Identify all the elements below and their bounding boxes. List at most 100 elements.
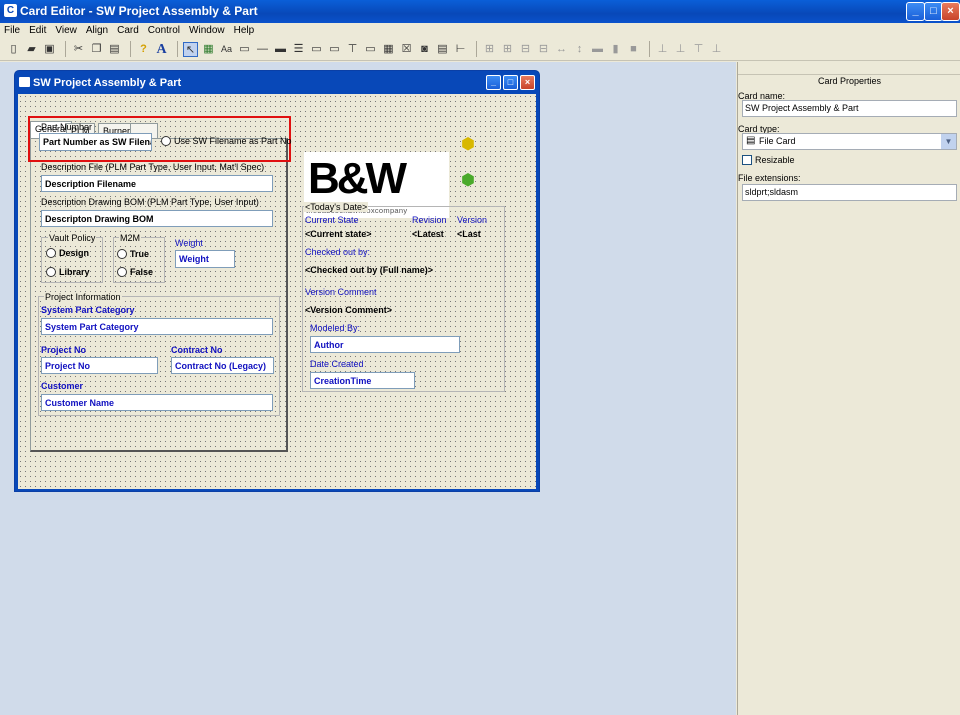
group-icon[interactable]: ▭ bbox=[363, 42, 378, 57]
file-card-icon: ▤ bbox=[746, 135, 756, 146]
file-extensions-field[interactable]: sldprt;sldasm bbox=[742, 184, 957, 201]
image-icon[interactable]: ▦ bbox=[201, 42, 216, 57]
frame-icon[interactable]: ▭ bbox=[237, 42, 252, 57]
radio-circle-icon bbox=[117, 267, 127, 277]
help-icon[interactable]: ? bbox=[136, 42, 151, 57]
menu-align[interactable]: Align bbox=[86, 25, 108, 36]
toolbar-separator bbox=[65, 41, 66, 57]
save-icon[interactable]: ▣ bbox=[42, 42, 57, 57]
dialog-icon[interactable]: ▤ bbox=[435, 42, 450, 57]
order4-icon[interactable]: ⊥ bbox=[709, 42, 724, 57]
order2-icon[interactable]: ⊥ bbox=[673, 42, 688, 57]
button-icon[interactable]: ◙ bbox=[417, 42, 432, 57]
menu-control[interactable]: Control bbox=[148, 25, 180, 36]
size-width-icon[interactable]: ▬ bbox=[590, 42, 605, 57]
pointer-icon[interactable]: ↖ bbox=[183, 41, 198, 57]
library-radio[interactable]: Library bbox=[46, 267, 90, 277]
revision-value: <Latest bbox=[412, 229, 444, 239]
card-design-canvas[interactable]: General PLM Burner Part Number Part Numb… bbox=[18, 94, 536, 489]
desc-bom-field[interactable]: Descripton Drawing BOM bbox=[41, 210, 273, 227]
menu-card[interactable]: Card bbox=[117, 25, 139, 36]
menubar: File Edit View Align Card Control Window… bbox=[0, 23, 960, 38]
card-type-select[interactable]: ▤ File Card ▼ bbox=[742, 133, 957, 150]
card-name-field[interactable]: SW Project Assembly & Part bbox=[742, 100, 957, 117]
menu-edit[interactable]: Edit bbox=[29, 25, 46, 36]
date-created-field[interactable]: CreationTime bbox=[310, 372, 415, 389]
line-icon[interactable]: — bbox=[255, 42, 270, 57]
size-both-icon[interactable]: ■ bbox=[626, 42, 641, 57]
align-right-icon[interactable]: ⊞ bbox=[500, 42, 515, 57]
card-maximize-button[interactable]: □ bbox=[503, 75, 518, 90]
design-radio[interactable]: Design bbox=[46, 248, 89, 258]
close-button[interactable]: × bbox=[941, 2, 960, 21]
space-v-icon[interactable]: ↕ bbox=[572, 42, 587, 57]
align-left-icon[interactable]: ⊞ bbox=[482, 42, 497, 57]
desc-file-field[interactable]: Description Filename bbox=[41, 175, 273, 192]
modeled-by-field[interactable]: Author bbox=[310, 336, 460, 353]
true-radio[interactable]: True bbox=[117, 249, 149, 259]
align-top-icon[interactable]: ⊟ bbox=[518, 42, 533, 57]
list-icon[interactable]: ☰ bbox=[291, 42, 306, 57]
tree-icon[interactable]: ⊢ bbox=[453, 42, 468, 57]
menu-view[interactable]: View bbox=[55, 25, 77, 36]
version-comment-label: Version Comment bbox=[305, 287, 377, 297]
menu-file[interactable]: File bbox=[4, 25, 20, 36]
contract-no-label: Contract No bbox=[171, 345, 223, 355]
desc-bom-label: Description Drawing BOM (PLM Part Type, … bbox=[41, 197, 259, 207]
revision-label: Revision bbox=[412, 215, 447, 225]
copy-icon[interactable]: ❐ bbox=[89, 42, 104, 57]
new-icon[interactable]: ▯ bbox=[6, 42, 21, 57]
radio-circle-icon bbox=[117, 249, 127, 259]
cut-icon[interactable]: ✂ bbox=[71, 42, 86, 57]
space-icon[interactable]: ↔ bbox=[554, 42, 569, 57]
edit-field-icon[interactable]: ▬ bbox=[273, 42, 288, 57]
card-close-button[interactable]: × bbox=[520, 75, 535, 90]
customer-field[interactable]: Customer Name bbox=[41, 394, 273, 411]
menu-help[interactable]: Help bbox=[234, 25, 255, 36]
date-created-label: Date Created bbox=[310, 359, 364, 369]
project-info-label: Project Information bbox=[44, 292, 122, 302]
contract-no-field[interactable]: Contract No (Legacy) bbox=[171, 357, 274, 374]
system-part-category-field[interactable]: System Part Category bbox=[41, 318, 273, 335]
system-part-category-label: System Part Category bbox=[41, 305, 135, 315]
false-label: False bbox=[130, 267, 154, 277]
radio-circle-icon bbox=[46, 267, 56, 277]
card-minimize-button[interactable]: _ bbox=[486, 75, 501, 90]
cube-green-icon: ⬢ bbox=[461, 172, 475, 189]
use-filename-radio[interactable]: Use SW Filename as Part No bbox=[161, 136, 292, 146]
menu-window[interactable]: Window bbox=[189, 25, 225, 36]
paste-icon[interactable]: ▤ bbox=[107, 42, 122, 57]
minimize-button[interactable]: _ bbox=[906, 2, 925, 21]
card-window[interactable]: SW Project Assembly & Part _ □ × General… bbox=[14, 70, 540, 492]
desc-file-label: Description File (PLM Part Type, User In… bbox=[41, 162, 265, 172]
grid-icon[interactable]: ▦ bbox=[381, 42, 396, 57]
resizable-checkbox[interactable] bbox=[742, 155, 752, 165]
toolbar-separator bbox=[476, 41, 477, 57]
logo-text: B&W bbox=[308, 154, 407, 203]
app-titlebar[interactable]: C Card Editor - SW Project Assembly & Pa… bbox=[0, 0, 960, 23]
version-value: <Last bbox=[457, 229, 481, 239]
weight-label: Weight bbox=[175, 238, 203, 248]
card-type-value: File Card bbox=[759, 136, 796, 146]
size-height-icon[interactable]: ▮ bbox=[608, 42, 623, 57]
font-icon[interactable]: A bbox=[154, 42, 169, 57]
open-icon[interactable]: ▰ bbox=[24, 42, 39, 57]
part-number-field[interactable]: Part Number as SW Filename bbox=[39, 133, 152, 151]
checkbox-icon[interactable]: ☒ bbox=[399, 42, 414, 57]
combo2-icon[interactable]: ▭ bbox=[327, 42, 342, 57]
false-radio[interactable]: False bbox=[117, 267, 153, 277]
todays-date-label: <Today's Date> bbox=[304, 202, 369, 212]
project-no-field[interactable]: Project No bbox=[41, 357, 158, 374]
order3-icon[interactable]: ⊤ bbox=[691, 42, 706, 57]
chevron-down-icon[interactable]: ▼ bbox=[941, 134, 956, 149]
weight-field[interactable]: Weight bbox=[175, 250, 235, 268]
combo-icon[interactable]: ▭ bbox=[309, 42, 324, 57]
design-label: Design bbox=[59, 248, 90, 258]
order-icon[interactable]: ⊥ bbox=[655, 42, 670, 57]
label-icon[interactable]: Aa bbox=[219, 42, 234, 57]
align-bottom-icon[interactable]: ⊟ bbox=[536, 42, 551, 57]
radio-circle-icon bbox=[161, 136, 171, 146]
toolbar-separator bbox=[130, 41, 131, 57]
current-state-value: <Current state> bbox=[305, 229, 372, 239]
tab-icon[interactable]: ⊤ bbox=[345, 42, 360, 57]
